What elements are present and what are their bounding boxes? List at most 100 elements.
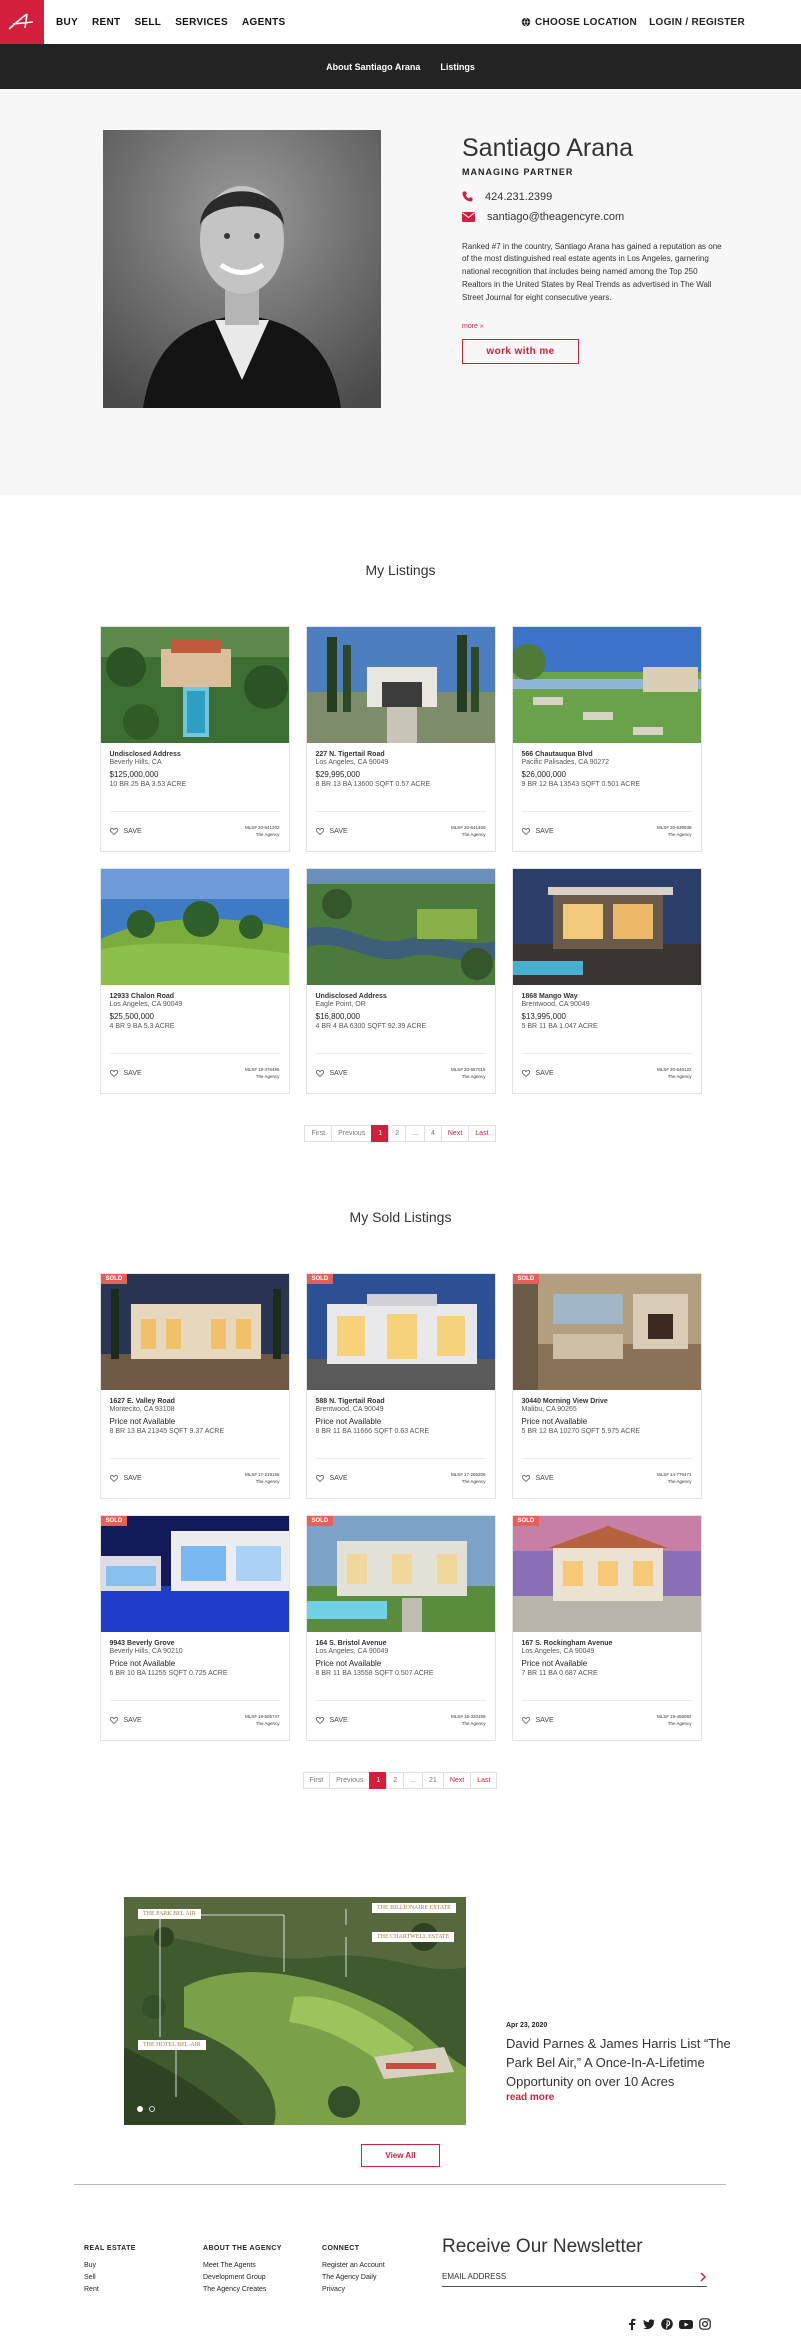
- listing-address[interactable]: 1868 Mango Way: [522, 993, 692, 1000]
- twitter-icon[interactable]: [643, 2318, 655, 2330]
- footer-link-buy[interactable]: Buy: [84, 2262, 136, 2269]
- listing-photo[interactable]: [512, 627, 701, 743]
- listing-card[interactable]: 12933 Chalon Road Los Angeles, CA 90049 $2…: [99, 868, 290, 1094]
- save-button[interactable]: SAVE: [315, 828, 348, 835]
- pager-page[interactable]: 2: [386, 1772, 405, 1789]
- pager-page[interactable]: 4: [423, 1125, 442, 1142]
- listing-card[interactable]: SOLD 588 N. Tigertail Road Brentwood, CA 9…: [305, 1273, 496, 1499]
- nav-services[interactable]: SERVICES: [175, 17, 228, 28]
- listing-card[interactable]: SOLD 167 S. Rockingham Avenue Los Angeles,…: [511, 1515, 702, 1741]
- footer-link-privacy[interactable]: Privacy: [322, 2286, 385, 2293]
- facebook-icon[interactable]: [627, 2318, 637, 2330]
- nav-sell[interactable]: SELL: [134, 17, 161, 28]
- listing-address[interactable]: 227 N. Tigertail Road: [316, 751, 486, 758]
- pager-page[interactable]: 1: [371, 1125, 390, 1142]
- listing-photo[interactable]: [306, 627, 495, 743]
- listing-card[interactable]: 1868 Mango Way Brentwood, CA 90049 $13,995…: [511, 868, 702, 1094]
- pager-first[interactable]: First: [302, 1772, 331, 1789]
- subnav-about[interactable]: About Santiago Arana: [326, 62, 420, 72]
- work-with-me-button[interactable]: work with me: [462, 338, 579, 364]
- save-button[interactable]: SAVE: [521, 1070, 554, 1077]
- listing-photo[interactable]: [512, 869, 701, 985]
- pager-page[interactable]: 2: [388, 1125, 407, 1142]
- press-read-more-link[interactable]: read more: [506, 2092, 736, 2103]
- pager-last[interactable]: Last: [468, 1125, 496, 1142]
- listing-address[interactable]: 30440 Morning View Drive: [522, 1398, 692, 1405]
- youtube-icon[interactable]: [679, 2318, 693, 2330]
- listing-photo[interactable]: SOLD: [306, 1274, 495, 1390]
- save-button[interactable]: SAVE: [315, 1475, 348, 1482]
- press-headline[interactable]: David Parnes & James Harris List “The Pa…: [506, 2035, 736, 2092]
- nav-rent[interactable]: RENT: [92, 17, 120, 28]
- footer-link-development-group[interactable]: Development Group: [203, 2274, 282, 2281]
- nav-agents[interactable]: AGENTS: [242, 17, 285, 28]
- listing-address[interactable]: Undisclosed Address: [110, 751, 280, 758]
- save-button[interactable]: SAVE: [521, 828, 554, 835]
- listing-address[interactable]: 164 S. Bristol Avenue: [316, 1640, 486, 1647]
- login-register-link[interactable]: LOGIN / REGISTER: [649, 17, 745, 28]
- instagram-icon[interactable]: [699, 2318, 711, 2330]
- listing-photo[interactable]: SOLD: [100, 1274, 289, 1390]
- press-image[interactable]: THE PARK BEL AIR THE BILLIONAIRE ESTATE …: [124, 1897, 466, 2125]
- listing-photo[interactable]: SOLD: [512, 1274, 701, 1390]
- newsletter-email-input[interactable]: EMAIL ADDRESS: [442, 2267, 707, 2287]
- save-button[interactable]: SAVE: [109, 1070, 142, 1077]
- listing-address[interactable]: Undisclosed Address: [316, 993, 486, 1000]
- footer-link-meet-agents[interactable]: Meet The Agents: [203, 2262, 282, 2269]
- listing-address[interactable]: 1627 E. Valley Road: [110, 1398, 280, 1405]
- listing-address[interactable]: 167 S. Rockingham Avenue: [522, 1640, 692, 1647]
- heart-icon: [521, 1070, 530, 1077]
- listing-card[interactable]: SOLD 164 S. Bristol Avenue Los Angeles, CA…: [305, 1515, 496, 1741]
- choose-location-button[interactable]: CHOOSE LOCATION: [521, 17, 637, 28]
- listing-photo[interactable]: SOLD: [306, 1516, 495, 1632]
- pager-last[interactable]: Last: [470, 1772, 498, 1789]
- listing-photo[interactable]: [306, 869, 495, 985]
- listing-card[interactable]: SOLD 9943 Beverly Grove Beverly Hills, CA …: [99, 1515, 290, 1741]
- footer-link-rent[interactable]: Rent: [84, 2286, 136, 2293]
- listing-address[interactable]: 9943 Beverly Grove: [110, 1640, 280, 1647]
- save-button[interactable]: SAVE: [109, 1475, 142, 1482]
- listing-address[interactable]: 566 Chautauqua Blvd: [522, 751, 692, 758]
- listing-card[interactable]: SOLD 30440 Morning View Drive Malibu, CA 9…: [511, 1273, 702, 1499]
- footer-link-agency-creates[interactable]: The Agency Creates: [203, 2286, 282, 2293]
- mls-info: MLS# 20-639938 The Agency: [657, 825, 692, 839]
- view-all-button[interactable]: View All: [361, 2144, 440, 2167]
- arrow-right-icon[interactable]: [699, 2271, 707, 2282]
- save-button[interactable]: SAVE: [315, 1717, 348, 1724]
- listing-photo[interactable]: SOLD: [100, 1516, 289, 1632]
- listing-card[interactable]: Undisclosed Address Beverly Hills, CA $125…: [99, 626, 290, 852]
- listing-photo[interactable]: [100, 627, 289, 743]
- save-label: SAVE: [123, 1717, 142, 1724]
- agent-email[interactable]: santiago@theagencyre.com: [462, 211, 722, 223]
- listing-address[interactable]: 588 N. Tigertail Road: [316, 1398, 486, 1405]
- pager-page[interactable]: 1: [369, 1772, 388, 1789]
- bio-more-link[interactable]: more »: [462, 323, 722, 330]
- listing-card[interactable]: SOLD 1627 E. Valley Road Montecito, CA 931…: [99, 1273, 290, 1499]
- save-button[interactable]: SAVE: [315, 1070, 348, 1077]
- pager-next[interactable]: Next: [442, 1772, 472, 1789]
- save-button[interactable]: SAVE: [109, 828, 142, 835]
- pager-previous[interactable]: Previous: [331, 1125, 373, 1142]
- listing-address[interactable]: 12933 Chalon Road: [110, 993, 280, 1000]
- listing-photo[interactable]: [100, 869, 289, 985]
- subnav-listings[interactable]: Listings: [440, 62, 475, 72]
- save-button[interactable]: SAVE: [109, 1717, 142, 1724]
- pager-next[interactable]: Next: [440, 1125, 470, 1142]
- pager-page[interactable]: 21: [422, 1772, 444, 1789]
- pager-previous[interactable]: Previous: [329, 1772, 371, 1789]
- save-button[interactable]: SAVE: [521, 1475, 554, 1482]
- footer-link-agency-daily[interactable]: The Agency Daily: [322, 2274, 385, 2281]
- footer-link-register[interactable]: Register an Account: [322, 2262, 385, 2269]
- logo-icon[interactable]: [0, 0, 44, 44]
- save-button[interactable]: SAVE: [521, 1717, 554, 1724]
- listing-card[interactable]: Undisclosed Address Eagle Point, OR $16,80…: [305, 868, 496, 1094]
- listing-card[interactable]: 566 Chautauqua Blvd Pacific Palisades, CA…: [511, 626, 702, 852]
- footer-link-sell[interactable]: Sell: [84, 2274, 136, 2281]
- agent-phone[interactable]: 424.231.2399: [462, 191, 722, 203]
- nav-buy[interactable]: BUY: [56, 17, 78, 28]
- listing-card[interactable]: 227 N. Tigertail Road Los Angeles, CA 900…: [305, 626, 496, 852]
- listing-footer: SAVE MLS# 17-219156 The Agency: [109, 1458, 280, 1498]
- pinterest-icon[interactable]: [661, 2318, 673, 2330]
- pager-first[interactable]: First: [304, 1125, 333, 1142]
- listing-photo[interactable]: SOLD: [512, 1516, 701, 1632]
